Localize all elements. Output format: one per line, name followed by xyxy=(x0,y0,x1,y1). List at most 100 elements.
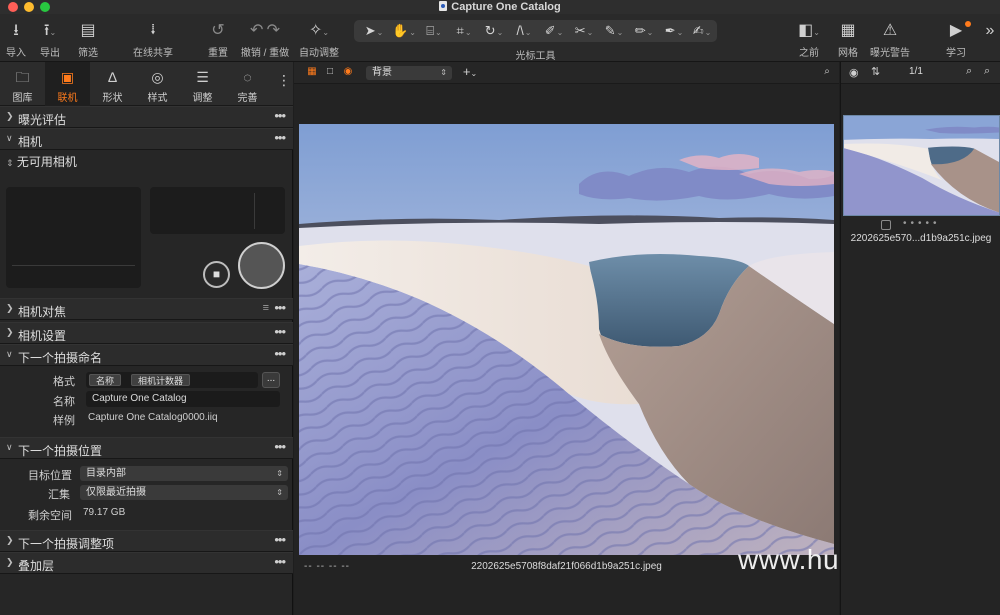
tab-library[interactable]: 🗀 图库 xyxy=(0,62,45,106)
background-select[interactable]: 背景 ⇕ xyxy=(366,66,452,80)
more-icon[interactable]: ••• xyxy=(274,346,286,361)
arrow-cursor-icon: ➤ xyxy=(364,23,376,38)
tab-refine[interactable]: ◌ 完善 xyxy=(225,62,270,106)
viewer-toolbar: ▦ □ ◉ 背景 ⇕ +⌄ ⌕ xyxy=(294,62,839,84)
section-camera[interactable]: ∨ 相机 ••• xyxy=(0,128,293,150)
section-camera-settings[interactable]: ❯ 相机设置 ••• xyxy=(0,322,293,344)
more-icon[interactable]: ••• xyxy=(274,130,286,145)
learn-button[interactable]: ▶ 学习 xyxy=(942,20,971,60)
section-next-capture-naming-title: 下一个拍摄命名 xyxy=(18,351,103,365)
section-camera-focus-title: 相机对焦 xyxy=(18,305,67,319)
section-next-capture-adjustments-title: 下一个拍摄调整项 xyxy=(18,537,115,551)
camera-info-box xyxy=(150,187,285,234)
single-view-icon[interactable]: □ xyxy=(324,66,336,77)
star-rating-dots[interactable]: ••••• xyxy=(903,218,941,229)
format-label: 格式 xyxy=(53,376,75,388)
name-input[interactable]: Capture One Catalog xyxy=(86,391,280,407)
section-exposure-eval[interactable]: ❯ 曝光评估 ••• xyxy=(0,106,293,128)
token-name[interactable]: 名称 xyxy=(89,374,122,386)
tab-style-label: 样式 xyxy=(147,93,168,104)
chevron-right-icon: ❯ xyxy=(6,535,14,545)
multi-view-icon[interactable]: ▦ xyxy=(306,66,318,77)
exposure-warning-button[interactable]: ⚠ 曝光警告 xyxy=(868,20,912,60)
window-title: Capture One Catalog xyxy=(0,0,1000,14)
export-button[interactable]: ⭱⌄ 导出 xyxy=(34,20,66,60)
browser-panel: ◉ ⇅ 1/1 ⌕ ⌕ ••••• 2202625e570...d1b9a251… xyxy=(840,62,1000,615)
up-down-chevron-icon: ⇕ xyxy=(276,469,283,478)
share-label: 在线共享 xyxy=(133,48,173,59)
format-edit-button[interactable]: ... xyxy=(262,372,280,388)
zoom-search-icon[interactable]: ⌕ xyxy=(821,66,833,77)
section-next-capture-location[interactable]: ∨ 下一个拍摄位置 ••• xyxy=(0,437,293,459)
thumbnail-selected[interactable] xyxy=(843,115,1000,216)
grid-button[interactable]: ▦ 网格 xyxy=(836,20,860,60)
chevron-right-icon: ❯ xyxy=(6,557,14,567)
more-icon[interactable]: ••• xyxy=(274,300,286,315)
filter-button[interactable]: ▤ 筛选 xyxy=(76,20,100,60)
before-button[interactable]: ◧⌄ 之前 xyxy=(790,20,828,60)
thumbnail-image xyxy=(844,116,999,215)
tab-adjust[interactable]: ☰ 调整 xyxy=(180,62,225,106)
download-icon: ⭳ xyxy=(13,22,19,39)
browser-counter: 1/1 xyxy=(909,66,923,77)
pencil-icon: ✍ xyxy=(692,23,704,38)
more-icon[interactable]: ••• xyxy=(274,108,286,123)
magic-wand-icon: ✧⌄ xyxy=(308,22,330,39)
section-overlay[interactable]: ❯ 叠加层 ••• xyxy=(0,552,293,574)
warning-triangle-icon: ⚠ xyxy=(882,22,898,39)
reset-button[interactable]: ↺ 重置 xyxy=(206,20,230,60)
section-next-capture-naming[interactable]: ∨ 下一个拍摄命名 ••• xyxy=(0,344,293,366)
collection-value: 仅限最近拍摄 xyxy=(86,487,146,498)
tabs-more-icon[interactable]: ⋮ xyxy=(277,72,291,89)
tab-shape[interactable]: ∆ 形状 xyxy=(90,62,135,106)
section-camera-focus[interactable]: ❯ 相机对焦 ≡ ••• xyxy=(0,298,293,320)
target-location-label: 目标位置 xyxy=(28,470,72,482)
loupe-icon: ⌸ xyxy=(426,23,435,38)
format-token-field[interactable]: 名称 相机计数器 xyxy=(86,372,258,388)
palette-icon: ◎ xyxy=(151,69,164,85)
chevron-down-icon: ∨ xyxy=(6,442,13,452)
eye-view-icon[interactable]: ◉ xyxy=(342,66,354,77)
undo-redo-button[interactable]: ↶ ↷ 撤销 / 重做 xyxy=(240,20,290,60)
record-video-button[interactable]: ■ xyxy=(203,261,230,288)
zoom-icon[interactable]: ⌕ xyxy=(984,65,990,78)
section-next-capture-adjustments[interactable]: ❯ 下一个拍摄调整项 ••• xyxy=(0,530,293,552)
search-icon[interactable]: ⌕ xyxy=(966,65,972,78)
collection-label: 汇集 xyxy=(48,489,70,501)
target-location-select[interactable]: 目录内部 ⇕ xyxy=(80,466,288,481)
exposure-warning-label: 曝光警告 xyxy=(870,48,910,59)
more-icon[interactable]: ••• xyxy=(274,554,286,569)
eye-icon[interactable]: ◉ xyxy=(849,66,859,79)
video-camera-icon: ■ xyxy=(212,267,221,281)
camera-select[interactable]: ⇕ 无可用相机 xyxy=(6,153,77,170)
sliders-icon: ☰ xyxy=(196,69,209,85)
tab-adjust-label: 调整 xyxy=(192,93,213,104)
sort-icon[interactable]: ⇅ xyxy=(871,65,880,78)
auto-adjust-button[interactable]: ✧⌄ 自动调整 xyxy=(298,20,340,60)
draw-cursor-tool[interactable]: ✍⌄ xyxy=(682,20,722,42)
play-video-icon: ▶ xyxy=(942,20,971,42)
more-icon[interactable]: ••• xyxy=(274,532,286,547)
capture-shutter-button[interactable] xyxy=(238,242,285,289)
tab-capture[interactable]: ▣ 联机 xyxy=(45,62,90,106)
sample-value: Capture One Catalog0000.iiq xyxy=(88,412,218,423)
undo-redo-icon: ↶ ↷ xyxy=(249,22,280,39)
cursor-tools-label: 光标工具 xyxy=(515,51,556,62)
thumbnail-select-checkbox[interactable] xyxy=(881,220,891,230)
share-button[interactable]: ⭭ 在线共享 xyxy=(132,20,174,60)
rotate-icon: ↻ xyxy=(484,23,496,38)
chevron-down-icon: ∨ xyxy=(6,349,13,359)
more-icon[interactable]: ••• xyxy=(274,439,286,454)
import-button[interactable]: ⭳ 导入 xyxy=(4,20,28,60)
crop-icon: ⌗ xyxy=(456,23,464,38)
hand-icon: ✋ xyxy=(392,23,409,38)
tab-style[interactable]: ◎ 样式 xyxy=(135,62,180,106)
token-camera-counter[interactable]: 相机计数器 xyxy=(131,374,191,386)
collection-select[interactable]: 仅限最近拍摄 ⇕ xyxy=(80,485,288,500)
toolbar-overflow-button[interactable]: » xyxy=(982,20,998,60)
undo-redo-label: 撤销 / 重做 xyxy=(240,48,290,59)
list-icon[interactable]: ≡ xyxy=(263,302,269,314)
add-plus-icon[interactable]: +⌄ xyxy=(460,65,480,78)
more-icon[interactable]: ••• xyxy=(274,324,286,339)
window-title-text: Capture One Catalog xyxy=(451,1,561,13)
